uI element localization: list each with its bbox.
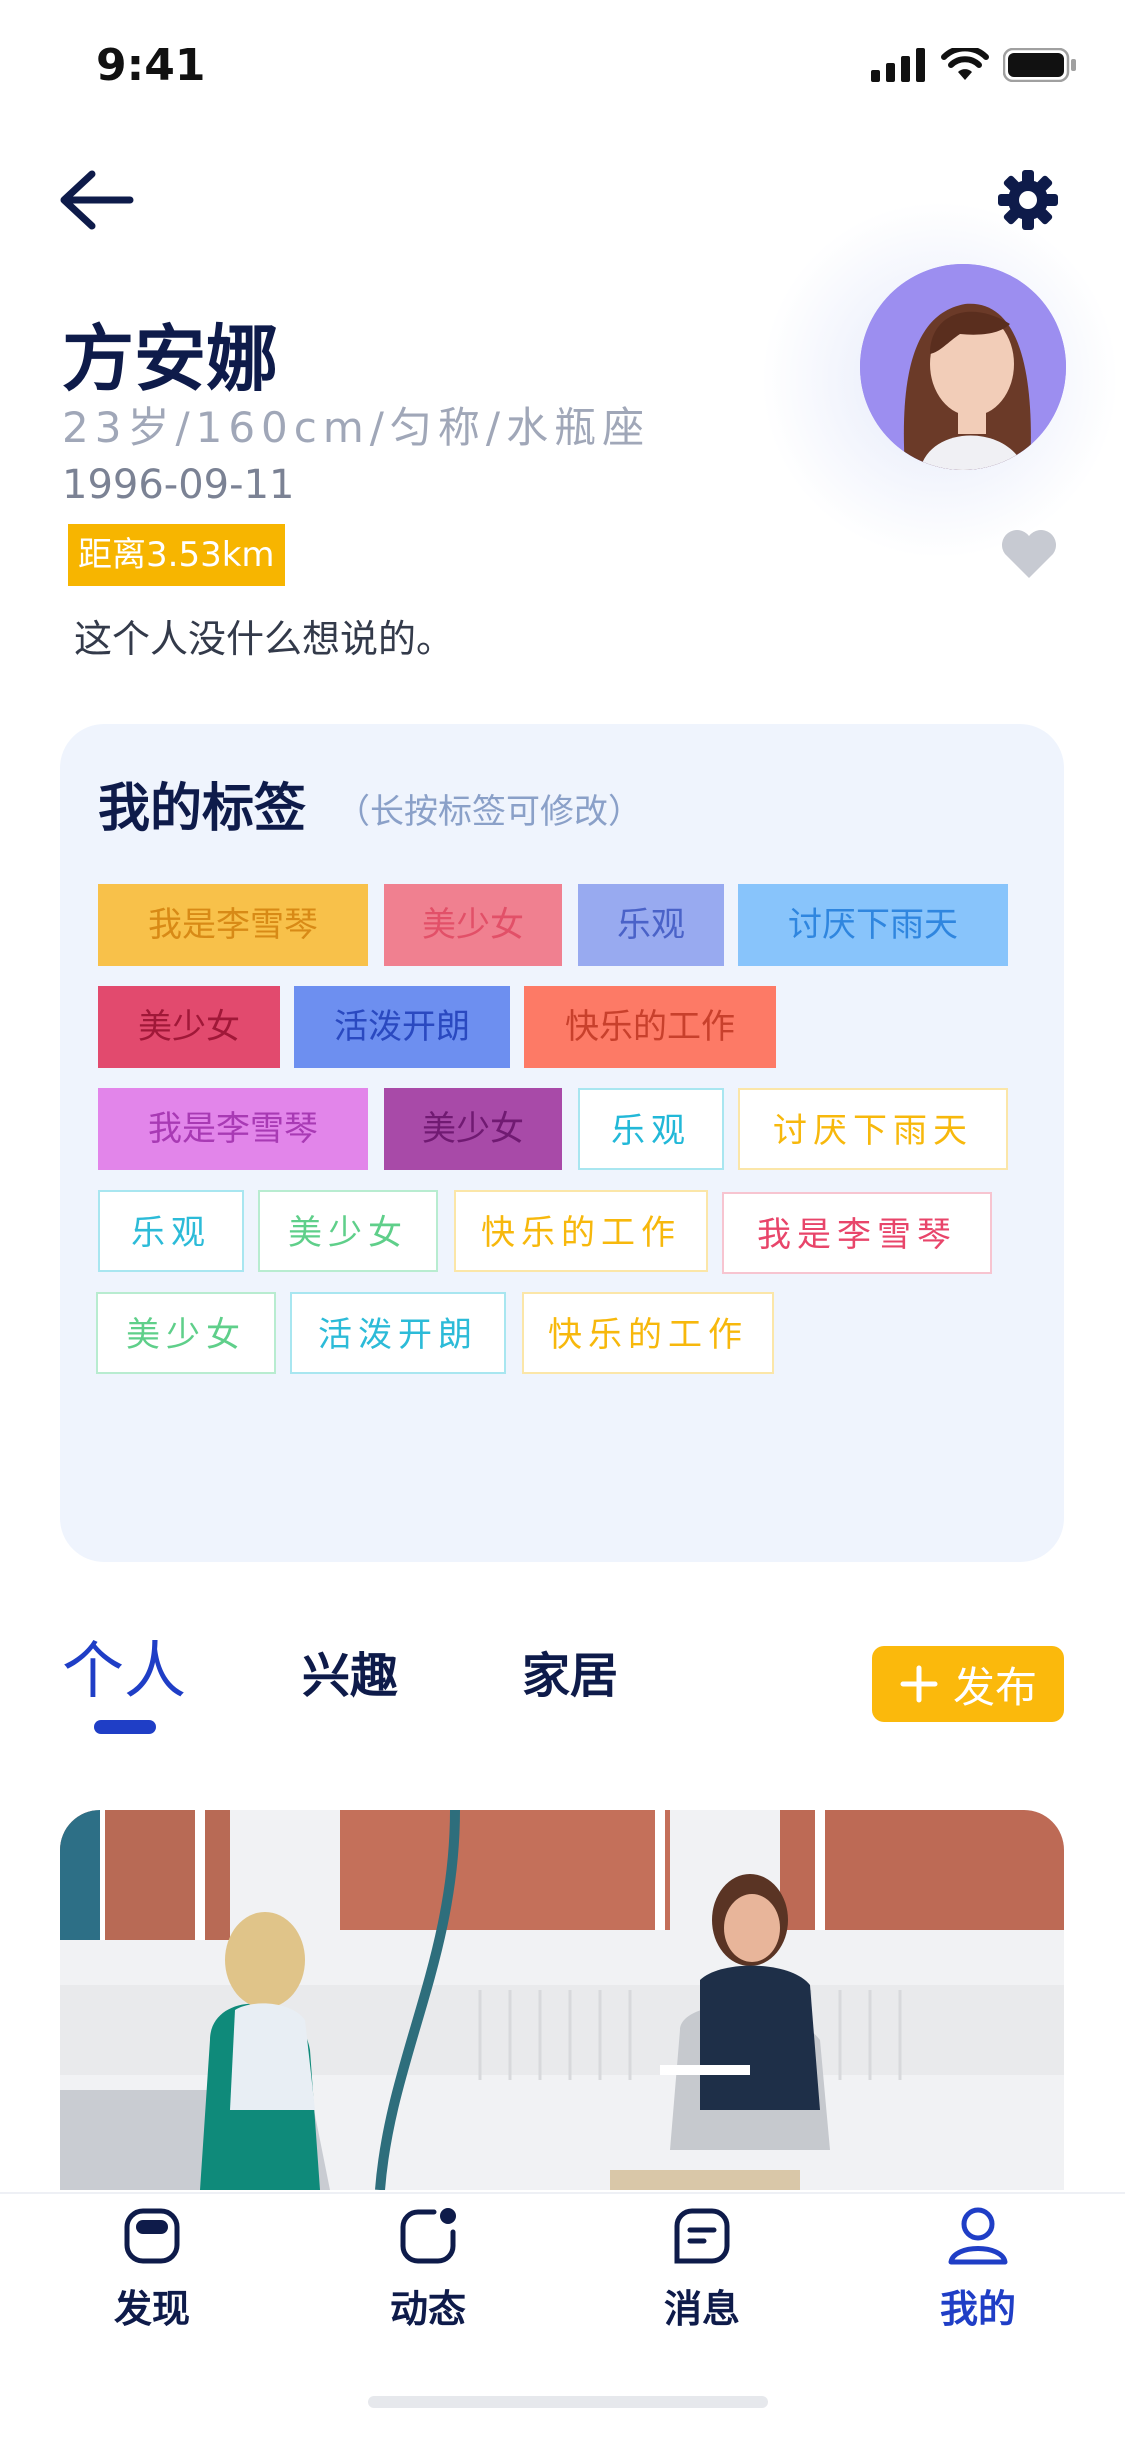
tab-interests[interactable]: 兴趣 <box>302 1636 398 1706</box>
tag-chip[interactable]: 美少女 <box>258 1190 438 1272</box>
profile-bio: 这个人没什么想说的。 <box>74 617 455 661</box>
discover-icon <box>124 2208 180 2264</box>
tag-chip[interactable]: 我是李雪琴 <box>98 884 368 966</box>
distance-badge: 距离3.53km <box>68 524 285 586</box>
tag-chip[interactable]: 活泼开朗 <box>290 1292 506 1374</box>
heart-icon[interactable] <box>1000 528 1058 580</box>
battery-icon <box>1003 48 1076 82</box>
tag-chip[interactable]: 我是李雪琴 <box>98 1088 368 1170</box>
tab-active-indicator <box>94 1720 156 1734</box>
tag-chip[interactable]: 乐观 <box>578 884 724 966</box>
tag-chip[interactable]: 我是李雪琴 <box>722 1192 992 1274</box>
tag-chip[interactable]: 乐观 <box>578 1088 724 1170</box>
tag-chip[interactable]: 美少女 <box>384 884 562 966</box>
message-icon <box>674 2208 730 2264</box>
status-icons <box>871 48 1077 82</box>
tag-chip[interactable]: 活泼开朗 <box>294 986 510 1068</box>
tab-home[interactable]: 家居 <box>522 1636 618 1706</box>
back-arrow-icon[interactable] <box>58 168 138 232</box>
moments-icon <box>400 2208 456 2264</box>
nav-messages[interactable]: 消息 <box>622 2206 782 2333</box>
avatar-portrait <box>860 264 1066 470</box>
post-photo[interactable] <box>60 1810 1064 2190</box>
user-icon <box>948 2207 1008 2265</box>
nav-profile[interactable]: 我的 <box>898 2206 1058 2333</box>
avatar[interactable] <box>860 264 1066 470</box>
tags-title: 我的标签 <box>98 779 307 839</box>
tags-hint: （长按标签可修改） <box>336 792 642 832</box>
nav-discover[interactable]: 发现 <box>72 2206 232 2333</box>
office-scene-image <box>60 1810 1064 2190</box>
plus-icon <box>900 1665 938 1703</box>
tag-chip[interactable]: 乐观 <box>98 1190 244 1272</box>
tag-chip[interactable]: 美少女 <box>384 1088 562 1170</box>
publish-label: 发布 <box>952 1662 1037 1712</box>
profile-meta: 23岁/160cm/匀称/水瓶座 <box>62 403 651 452</box>
publish-button[interactable]: 发布 <box>872 1646 1064 1722</box>
tab-personal[interactable]: 个人 <box>62 1620 186 1710</box>
profile-name: 方安娜 <box>62 317 279 401</box>
profile-birthday: 1996-09-11 <box>62 462 295 508</box>
signal-icon <box>871 48 925 82</box>
nav-discover-label: 发现 <box>113 2287 190 2331</box>
tag-chip[interactable]: 美少女 <box>96 1292 276 1374</box>
nav-profile-label: 我的 <box>939 2287 1016 2331</box>
tag-chip[interactable]: 快乐的工作 <box>522 1292 774 1374</box>
tag-chip[interactable]: 美少女 <box>98 986 280 1068</box>
tag-chip[interactable]: 讨厌下雨天 <box>738 884 1008 966</box>
nav-moments[interactable]: 动态 <box>348 2206 508 2333</box>
tag-chip[interactable]: 讨厌下雨天 <box>738 1088 1008 1170</box>
nav-messages-label: 消息 <box>663 2287 740 2331</box>
tag-chip[interactable]: 快乐的工作 <box>454 1190 708 1272</box>
home-indicator <box>368 2396 768 2408</box>
tag-chip[interactable]: 快乐的工作 <box>524 986 776 1068</box>
wifi-icon <box>941 48 989 80</box>
nav-moments-label: 动态 <box>389 2287 466 2331</box>
status-time: 9:41 <box>96 40 206 91</box>
